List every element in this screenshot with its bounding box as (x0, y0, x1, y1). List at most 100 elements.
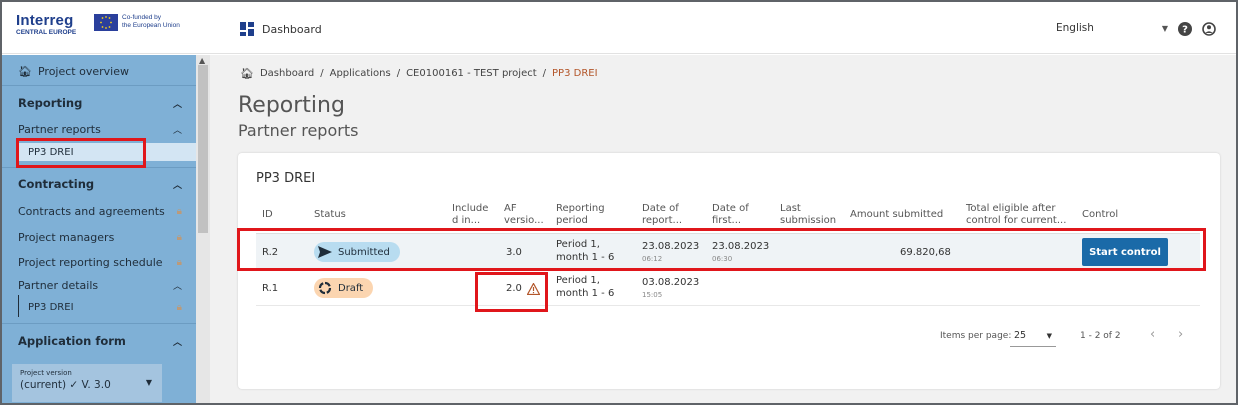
sidebar-item-partner-reports[interactable]: Partner reports ︿ (2, 120, 196, 138)
sidebar-item-partner-pp3-drei[interactable]: PP3 DREI 🔒︎ (2, 298, 196, 316)
header-line: control for current... (966, 215, 1067, 226)
account-icon[interactable] (1202, 22, 1216, 36)
sidebar-item-label: Partner reports (18, 122, 101, 136)
breadcrumb: 🏠︎ Dashboard / Applications / CE0100161 … (240, 67, 598, 80)
sidebar-section-contracting[interactable]: Contracting ︿ (2, 174, 196, 194)
sidebar-section-reporting[interactable]: Reporting ︿ (2, 93, 196, 113)
warning-icon[interactable] (526, 282, 540, 295)
sidebar-item-project-managers[interactable]: Project managers 🔒︎ (2, 228, 196, 246)
dashboard-icon (240, 22, 254, 36)
header-line: AF (504, 203, 517, 214)
date-value: 23.08.2023 (712, 241, 770, 252)
status-label: Submitted (338, 246, 390, 258)
start-control-button[interactable]: Start control (1082, 238, 1168, 266)
partner-reports-card: PP3 DREI ID Status Include d in... AF ve… (238, 153, 1220, 389)
sidebar-item-project-overview[interactable]: 🏠︎ Project overview (2, 61, 196, 81)
pagination-range: 1 - 2 of 2 (1080, 331, 1121, 341)
table-row[interactable]: R.1 Draft 2.0 Period 1, month 1 - 6 03.0… (256, 270, 1200, 306)
prev-page-icon[interactable]: ‹ (1150, 327, 1155, 342)
sidebar-section-label: Reporting (18, 96, 83, 110)
period-line: month 1 - 6 (556, 288, 615, 299)
svg-text:?: ? (1182, 25, 1188, 36)
sidebar-item-label: PP3 DREI (28, 301, 74, 313)
dashboard-link[interactable]: Dashboard (240, 20, 322, 38)
items-per-page-select[interactable]: 25 ▼ (1010, 325, 1056, 347)
logo-subtitle: CENTRAL EUROPE (16, 29, 77, 36)
breadcrumb-dashboard[interactable]: Dashboard (260, 68, 314, 79)
col-header-control: Control (1082, 209, 1119, 220)
breadcrumb-current: PP3 DREI (552, 68, 598, 79)
breadcrumb-applications[interactable]: Applications (330, 68, 391, 79)
version-label: Project version (20, 369, 72, 377)
language-select[interactable]: English ▼ (1056, 22, 1168, 34)
lock-icon: 🔒︎ (176, 301, 182, 313)
cell-af-version: 2.0 (506, 282, 540, 295)
lock-icon: 🔒︎ (176, 256, 182, 268)
col-header-last-submission: Last submission (780, 203, 836, 227)
sidebar-item-reporting-schedule[interactable]: Project reporting schedule 🔒︎ (2, 253, 196, 271)
draft-progress-icon (318, 281, 332, 295)
chevron-up-icon: ︿ (172, 281, 182, 292)
cell-af-version: 3.0 (506, 247, 522, 258)
status-badge: Draft (314, 278, 374, 298)
col-header-id: ID (262, 209, 273, 220)
sidebar-section-label: Contracting (18, 177, 95, 191)
col-header-amount-submitted: Amount submitted (850, 209, 944, 220)
top-icons: ? (1178, 22, 1216, 36)
sidebar-item-label: Project overview (37, 64, 129, 78)
cell-date-of-report: 23.08.2023 06:12 (642, 240, 699, 266)
col-header-reporting-period: Reporting period (556, 203, 605, 227)
scroll-up-icon[interactable]: ▲ (199, 56, 205, 65)
cell-amount-submitted: 69.820,68 (900, 247, 951, 258)
sidebar-item-label: Contracts and agreements (18, 204, 165, 218)
home-icon[interactable]: 🏠︎ (240, 67, 254, 80)
col-header-status: Status (314, 209, 346, 220)
header-line: Date of (642, 203, 679, 214)
next-page-icon[interactable]: › (1178, 327, 1183, 342)
header-line: Date of (712, 203, 749, 214)
header-line: d in... (452, 215, 481, 226)
interreg-logo[interactable]: Interreg CENTRAL EUROPE Co-funded by the… (16, 12, 206, 42)
cell-id: R.1 (262, 283, 279, 294)
header-line: submission (780, 215, 837, 226)
col-header-included: Include d in... (452, 203, 488, 227)
scrollbar-thumb[interactable] (198, 65, 208, 233)
logo-wordmark: Interreg (16, 12, 74, 29)
cell-date-of-first: 23.08.2023 06:30 (712, 240, 769, 266)
items-per-page-value: 25 (1014, 330, 1027, 341)
chevron-up-icon: ︿ (172, 99, 182, 110)
chevron-up-icon: ︿ (172, 180, 182, 191)
send-icon (318, 246, 332, 258)
header-line: report... (642, 215, 683, 226)
date-value: 03.08.2023 (642, 277, 700, 288)
header-line: Reporting (556, 203, 605, 214)
date-value: 23.08.2023 (642, 241, 700, 252)
status-badge: Submitted (314, 242, 400, 262)
time-value: 06:12 (642, 255, 663, 263)
sidebar-item-partner-details[interactable]: Partner details ︿ (2, 276, 196, 294)
cell-reporting-period: Period 1, month 1 - 6 (556, 238, 614, 264)
sidebar-section-label: Application form (18, 334, 126, 348)
table-row[interactable]: R.2 Submitted 3.0 Period 1, month 1 - 6 … (256, 234, 1200, 270)
home-icon: 🏠︎ (18, 64, 32, 78)
breadcrumb-project[interactable]: CE0100161 - TEST project (406, 68, 537, 79)
col-header-date-of-first: Date of first... (712, 203, 749, 227)
sidebar-scrollbar[interactable]: ▲ (196, 55, 210, 403)
sidebar-item-contracts[interactable]: Contracts and agreements 🔒︎ (2, 202, 196, 220)
header-line: Total eligible after (966, 203, 1056, 214)
sidebar-item-label: Project reporting schedule (18, 255, 163, 269)
sidebar-item-label: Project managers (18, 230, 115, 244)
main-content: 🏠︎ Dashboard / Applications / CE0100161 … (210, 55, 1236, 403)
lock-icon: 🔒︎ (176, 205, 182, 217)
sidebar-section-application-form[interactable]: Application form ︿ (2, 331, 196, 351)
sidebar-divider (2, 85, 196, 86)
eu-flag-icon (94, 14, 118, 31)
project-version-select[interactable]: Project version (current) ✓ V. 3.0 ▼ (12, 364, 162, 402)
chevron-down-icon: ▼ (1161, 23, 1168, 33)
help-icon[interactable]: ? (1178, 22, 1192, 36)
page-subtitle: Partner reports (238, 121, 359, 140)
sidebar-item-pp3-drei-report[interactable]: PP3 DREI (18, 143, 196, 161)
breadcrumb-separator: / (320, 68, 324, 79)
period-line: Period 1, (556, 239, 600, 250)
col-header-total-eligible: Total eligible after control for current… (966, 203, 1066, 227)
